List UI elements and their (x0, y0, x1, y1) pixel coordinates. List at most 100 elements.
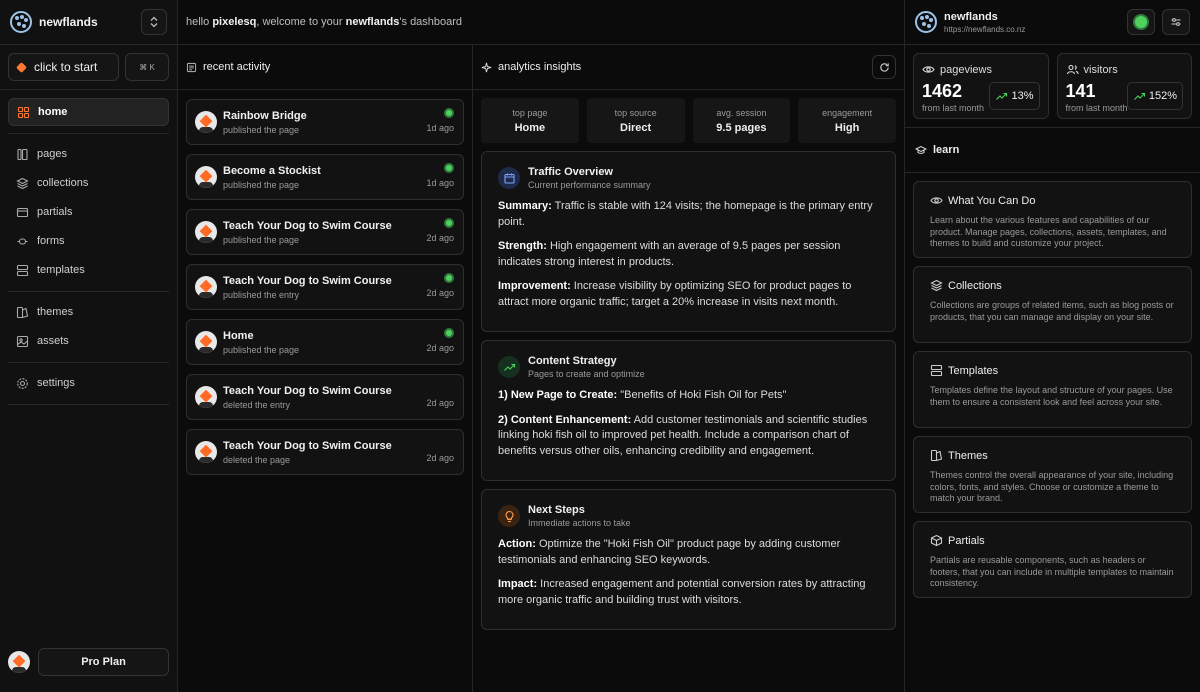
pages-icon (17, 148, 28, 160)
click-to-start-button[interactable]: click to start (8, 53, 119, 81)
command-shortcut-button[interactable]: ⌘ K (125, 53, 169, 81)
activity-item[interactable]: Teach Your Dog to Swim Course published t… (186, 209, 464, 255)
activity-avatar (195, 441, 217, 463)
card-paragraph: 2) Content Enhancement: Add customer tes… (498, 413, 868, 457)
recent-activity-panel: recent activity Rainbow Bridge published … (178, 45, 473, 692)
learn-card-templates[interactable]: Templates Templates define the layout and… (913, 351, 1192, 428)
activity-title: Teach Your Dog to Swim Course (223, 439, 392, 452)
card-icon-wrap (498, 505, 520, 527)
sparkle-icon (481, 62, 492, 72)
sidebar-item-label: collections (37, 177, 89, 189)
insight-card-content-strategy: Content Strategy Pages to create and opti… (481, 340, 896, 481)
activity-time: 1d ago (426, 178, 454, 188)
activity-item[interactable]: Home published the page 2d ago (186, 319, 464, 365)
sidebar-item-settings[interactable]: settings (8, 369, 169, 397)
nav-group: pages collections partials forms templates (8, 140, 169, 292)
sidebar-item-label: templates (37, 264, 85, 276)
nav-group: settings (8, 369, 169, 405)
activity-action: published the page (223, 344, 300, 355)
learn-card-collections[interactable]: Collections Collections are groups of rel… (913, 266, 1192, 343)
analytics-header: analytics insights (473, 45, 904, 90)
site-settings-button[interactable] (1162, 9, 1190, 35)
sidebar-item-themes[interactable]: themes (8, 298, 169, 326)
pro-plan-button[interactable]: Pro Plan (38, 648, 169, 676)
card-subtitle: Current performance summary (528, 180, 651, 190)
sidebar-footer: Pro Plan (8, 648, 169, 676)
learn-card-themes[interactable]: Themes Themes control the overall appeara… (913, 436, 1192, 513)
status-online-icon (1135, 16, 1147, 28)
diamond-icon (16, 61, 27, 73)
activity-item[interactable]: Teach Your Dog to Swim Course published t… (186, 264, 464, 310)
metric-pageviews: pageviews 1462 from last month 13% (913, 53, 1049, 119)
activity-action: published the page (223, 234, 300, 245)
sidebar-item-pages[interactable]: pages (8, 140, 169, 168)
sidebar-nav: home pages collections partials forms templat… (0, 90, 177, 419)
stat-label: engagement (822, 107, 873, 118)
metric-change-badge: 13% (989, 82, 1040, 110)
calendar-icon (503, 173, 515, 184)
learn-card-desc: Themes control the overall appearance of… (930, 470, 1174, 503)
sidebar-item-collections[interactable]: collections (8, 169, 169, 197)
stat-value: Home (514, 121, 546, 134)
analytics-title: analytics insights (498, 61, 582, 73)
learn-header: learn (905, 128, 1200, 173)
brand-name: newflands (39, 15, 98, 29)
sidebar-item-forms[interactable]: forms (8, 227, 169, 255)
refresh-button[interactable] (872, 55, 896, 79)
live-status-icon (444, 108, 454, 118)
learn-card-title: Collections (948, 279, 1002, 292)
site-url[interactable]: https://newflands.co.nz (944, 25, 1025, 34)
activity-title: Home (223, 329, 254, 342)
learn-card-what-you-can-do[interactable]: What You Can Do Learn about the various f… (913, 181, 1192, 258)
stat-avg-session: avg. session 9.5 pages (692, 98, 791, 143)
project-switcher-button[interactable] (141, 9, 167, 35)
sidebar-item-home[interactable]: home (8, 98, 169, 126)
app: newflands click to start ⌘ K home pages co… (0, 0, 1200, 692)
sidebar-item-label: assets (37, 335, 69, 347)
welcome-text: hello pixelesq, welcome to your newfland… (186, 16, 463, 28)
sidebar-item-templates[interactable]: templates (8, 256, 169, 284)
templates-icon (16, 264, 29, 276)
activity-item[interactable]: Become a Stockist published the page 1d ag… (186, 154, 464, 200)
activity-title: Teach Your Dog to Swim Course (223, 219, 392, 232)
learn-card-title: Templates (948, 364, 999, 377)
site-info: newflands https://newflands.co.nz (944, 11, 1025, 34)
activity-item[interactable]: Teach Your Dog to Swim Course deleted the… (186, 429, 464, 475)
activity-item[interactable]: Teach Your Dog to Swim Course deleted the… (186, 374, 464, 420)
metric-label: pageviews (940, 63, 992, 76)
metric-change: 13% (1011, 90, 1034, 102)
activity-action: deleted the entry (223, 399, 291, 410)
activity-avatar (195, 276, 217, 298)
live-status-icon (444, 273, 454, 283)
user-avatar[interactable] (8, 651, 30, 673)
activity-avatar (195, 111, 217, 133)
site-header: newflands https://newflands.co.nz (905, 0, 1200, 45)
activity-title: Become a Stockist (223, 164, 321, 177)
site-name: newflands (345, 16, 400, 28)
metric-change: 152% (1148, 90, 1177, 102)
learn-card-title: Partials (948, 534, 985, 547)
learn-card-title: What You Can Do (948, 194, 1036, 207)
user-name: pixelesq (212, 16, 257, 28)
activity-time: 1d ago (426, 123, 454, 133)
sidebar-item-partials[interactable]: partials (8, 198, 169, 226)
sidebar-item-label: forms (37, 235, 65, 247)
content-columns: recent activity Rainbow Bridge published … (178, 45, 904, 692)
metric-visitors: visitors 141 from last month 152% (1056, 53, 1192, 119)
lightbulb-icon (505, 510, 513, 522)
site-status-button[interactable] (1127, 9, 1155, 35)
layers-icon (930, 279, 943, 292)
eye-icon (930, 197, 943, 204)
sidebar-item-label: themes (37, 306, 74, 318)
activity-action: published the page (223, 124, 300, 135)
activity-item[interactable]: Rainbow Bridge published the page 1d ago (186, 99, 464, 145)
stat-top-source: top source Direct (586, 98, 685, 143)
learn-card-partials[interactable]: Partials Partials are reusable components… (913, 521, 1192, 598)
main: hello pixelesq, welcome to your newfland… (178, 0, 904, 692)
chevron-up-down-icon (150, 16, 158, 28)
stat-value: Direct (620, 121, 652, 134)
quick-start-row: click to start ⌘ K (0, 45, 177, 90)
sidebar-item-assets[interactable]: assets (8, 327, 169, 355)
welcome-bar: hello pixelesq, welcome to your newfland… (178, 0, 904, 45)
activity-action: published the page (223, 179, 300, 190)
